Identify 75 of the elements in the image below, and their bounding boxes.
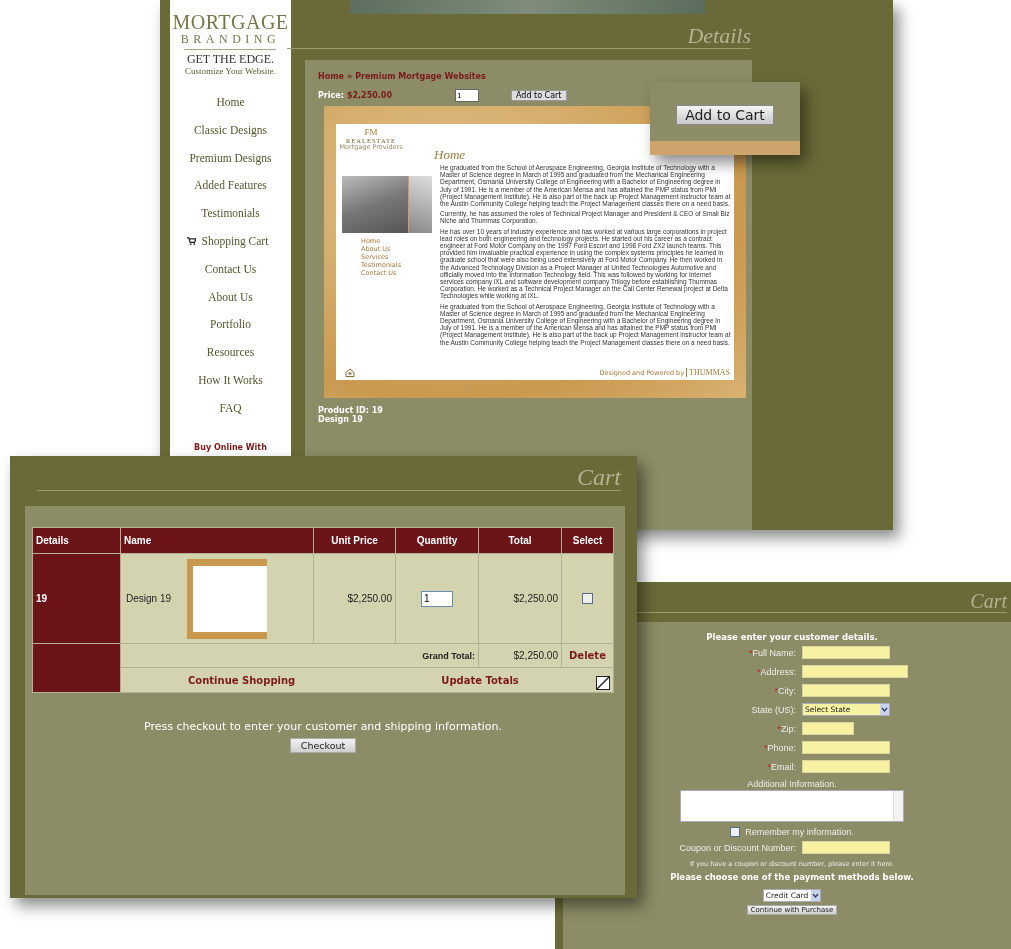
table-cell: $2,250.00	[313, 553, 396, 644]
cart-icon	[186, 237, 196, 245]
page-title: Details	[287, 24, 751, 49]
page-title: Cart	[37, 464, 621, 491]
column-header: Details	[32, 527, 121, 554]
field-label: State (US):	[750, 704, 796, 715]
column-header: Unit Price	[313, 527, 396, 554]
text-input[interactable]	[802, 665, 908, 678]
price-label: Price:	[318, 91, 344, 100]
nav-link[interactable]: Testimonials	[201, 205, 260, 233]
preview-heading: Home	[434, 148, 466, 162]
field-label: *Full Name:	[747, 647, 796, 658]
checkout-button[interactable]: Checkout	[289, 738, 357, 753]
nav-link[interactable]: Home	[216, 94, 245, 122]
nav-link[interactable]: Classic Designs	[193, 121, 268, 150]
nav-link[interactable]: Portfolio	[210, 316, 251, 345]
coupon-input[interactable]	[802, 841, 890, 854]
nav-link[interactable]: Added Features	[194, 177, 267, 206]
credit-logo-text: THUMMAS	[686, 368, 730, 377]
text-input[interactable]	[802, 646, 890, 659]
tagline: GET THE EDGE.	[186, 53, 275, 66]
scrollbar[interactable]	[893, 791, 903, 821]
form-heading: Please enter your customer details.	[706, 632, 878, 642]
nav-link[interactable]: Contact Us	[204, 260, 257, 289]
column-header: Total	[478, 527, 562, 554]
resize-corner-icon	[596, 675, 610, 690]
buy-online-text: Buy Online With	[194, 443, 267, 452]
table-cell: 19	[32, 553, 121, 644]
text-input[interactable]	[802, 684, 890, 697]
checkout-message: Press checkout to enter your customer and shipping information.	[143, 720, 503, 733]
column-header: Quantity	[395, 527, 479, 554]
update-totals-link[interactable]: Update Totals	[441, 674, 519, 686]
text-input[interactable]	[802, 741, 890, 754]
subtagline: Customize Your Website.	[184, 66, 277, 77]
field-label: *Email:	[766, 761, 796, 772]
dropdown-arrow-icon	[880, 704, 889, 715]
price-value: $2,250.00	[346, 91, 392, 100]
nav-link-label[interactable]: Shopping Cart	[201, 233, 269, 261]
nav-link[interactable]: Resources	[206, 344, 255, 372]
text-input[interactable]	[802, 722, 854, 735]
dropdown-arrow-icon	[811, 890, 821, 901]
nav-link[interactable]: Shopping Cart	[186, 233, 269, 261]
checkbox-label: Remember my information.	[745, 827, 854, 837]
field-label: *Address:	[755, 666, 796, 677]
add-to-cart-button[interactable]: Add to Cart	[676, 104, 774, 125]
nav-link[interactable]: Premium Designs	[189, 149, 272, 178]
table-cell: $2,250.00	[478, 553, 562, 644]
field-label: Coupon or Discount Number:	[678, 842, 796, 853]
column-header: Name	[120, 527, 314, 554]
text-input[interactable]	[802, 760, 890, 773]
add-to-cart-button[interactable]: Add to Cart	[510, 90, 567, 101]
nav-link[interactable]: About Us	[208, 288, 253, 317]
grand-total-label: Grand Total:	[120, 643, 479, 668]
nav-link[interactable]: How It Works	[198, 371, 263, 400]
quantity-input[interactable]: 1	[454, 89, 479, 102]
field-label: *Phone:	[762, 742, 796, 753]
logo-text: MORTGAGE	[172, 12, 289, 32]
product-name: Design 19	[126, 593, 172, 604]
text-area[interactable]	[680, 790, 904, 822]
field-label: *Zip:	[776, 723, 796, 734]
field-label: *City:	[773, 685, 796, 696]
continue-shopping-link[interactable]: Continue Shopping	[188, 674, 296, 686]
field-label: Additional Information.	[747, 779, 837, 789]
column-header: Select	[561, 527, 614, 554]
breadcrumb-separator: »	[346, 72, 353, 81]
payment-heading: Please choose one of the payment methods below.	[670, 872, 914, 882]
design-name: Design 19	[318, 415, 364, 424]
checkbox[interactable]	[730, 827, 741, 837]
checkbox[interactable]	[582, 593, 593, 605]
product-id: Product ID: 19	[318, 406, 384, 415]
preview-logo-text: FM	[364, 128, 378, 137]
quantity-input[interactable]: 1	[421, 590, 453, 607]
nav-link[interactable]: FAQ	[219, 399, 242, 428]
house-icon	[345, 368, 355, 377]
logo-text: BRANDING	[180, 32, 281, 46]
